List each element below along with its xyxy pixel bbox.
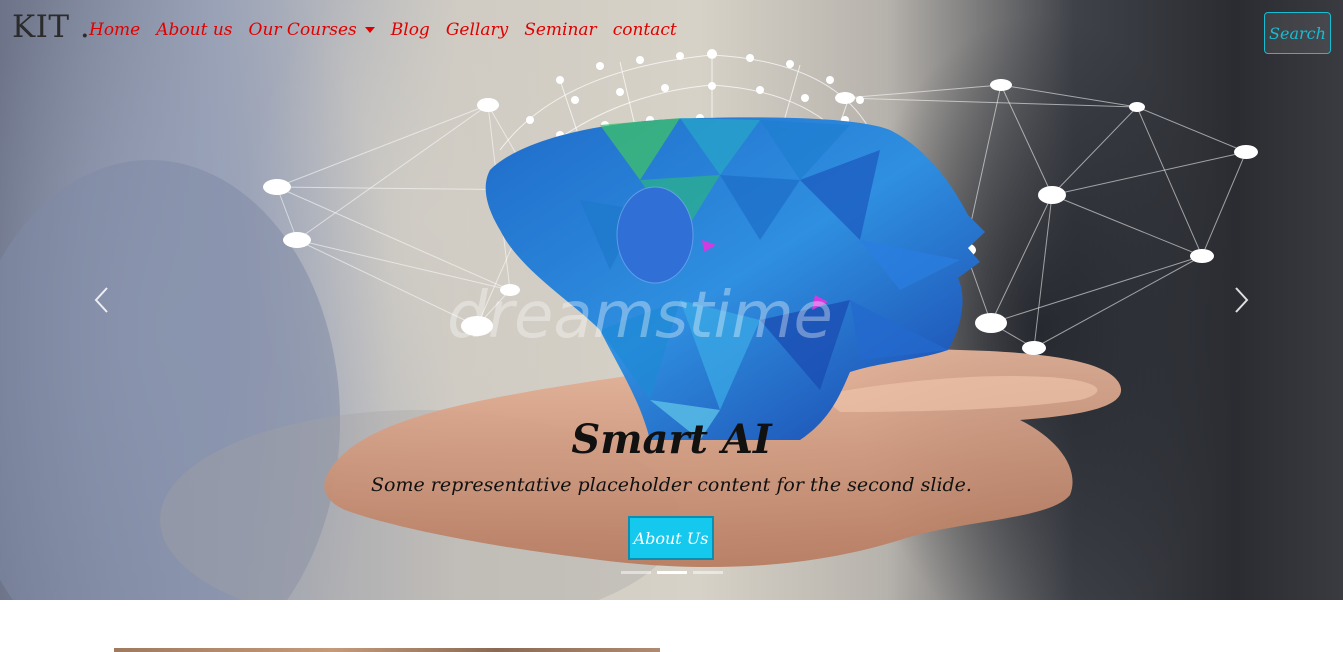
nav-link-about[interactable]: About us xyxy=(156,20,232,40)
navbar: KIT . Home About us Our Courses Blog Gel… xyxy=(0,0,1343,66)
about-us-button[interactable]: About Us xyxy=(628,516,714,560)
chevron-right-icon xyxy=(1235,287,1249,313)
carousel-indicator-1[interactable] xyxy=(621,571,651,574)
carousel-next-button[interactable] xyxy=(1212,270,1272,330)
slide-text: Some representative placeholder content … xyxy=(371,474,972,496)
page: dreamstime KIT . Home About us Our Cours… xyxy=(0,0,1343,652)
nav-dropdown-courses[interactable]: Our Courses xyxy=(249,20,375,40)
carousel-indicator-3[interactable] xyxy=(693,571,723,574)
content-image xyxy=(114,648,660,652)
carousel-prev-button[interactable] xyxy=(71,270,131,330)
hero-image: dreamstime xyxy=(0,49,1258,600)
slide-title: Smart AI xyxy=(571,416,772,463)
carousel-indicators xyxy=(621,571,729,574)
watermark-text: dreamstime xyxy=(447,279,833,353)
hero-carousel: dreamstime KIT . Home About us Our Cours… xyxy=(0,0,1343,600)
carousel-caption: Smart AI Some representative placeholder… xyxy=(0,410,1343,498)
nav-link-gallery[interactable]: Gellary xyxy=(446,20,508,40)
chevron-left-icon xyxy=(94,287,108,313)
caret-down-icon xyxy=(364,27,375,33)
nav-link-contact[interactable]: contact xyxy=(613,20,677,40)
nav-links: Home About us Our Courses Blog Gellary S… xyxy=(89,20,693,40)
brand-logo[interactable]: KIT . xyxy=(12,9,90,45)
carousel-indicator-2[interactable] xyxy=(657,571,687,574)
search-button[interactable]: Search xyxy=(1264,12,1331,54)
nav-dropdown-courses-label: Our Courses xyxy=(248,20,357,40)
nav-link-seminar[interactable]: Seminar xyxy=(524,20,596,40)
nav-link-blog[interactable]: Blog xyxy=(391,20,430,40)
nav-link-home[interactable]: Home xyxy=(89,20,140,40)
